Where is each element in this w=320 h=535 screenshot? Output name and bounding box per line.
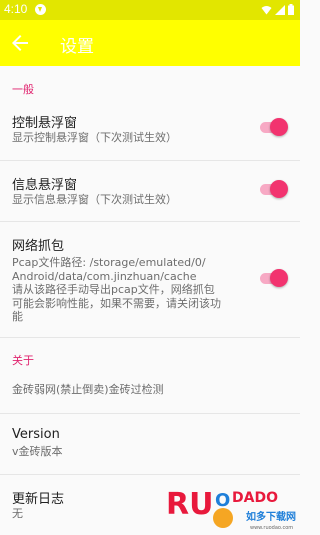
changelog-value: 无 [12, 507, 23, 520]
floating-window-toggle[interactable] [258, 117, 288, 137]
setting-summary-line: 可能会影响性能，如果不需要，请关闭该功 [12, 296, 221, 310]
divider [0, 474, 300, 475]
setting-packet-capture[interactable]: 网络抓包 Pcap文件路径: /storage/emulated/0/ Andr… [0, 226, 300, 326]
section-header-about: 关于 [12, 354, 34, 367]
svg-text:www.ruodao.com: www.ruodao.com [250, 525, 293, 531]
setting-summary-line: 能 [12, 310, 23, 323]
setting-floating-window[interactable]: 控制悬浮窗 显示控制悬浮窗（下次测试生效） [0, 104, 300, 154]
about-description-row: 金砖弱网(禁止倒卖)金砖过检测 [0, 376, 300, 406]
status-time: 4:10 [4, 2, 28, 16]
wifi-icon [261, 5, 272, 14]
divider [0, 337, 300, 338]
signal-icon [275, 4, 285, 15]
download-icon [35, 4, 46, 15]
svg-text:DADO: DADO [232, 490, 278, 506]
page-title: 设置 [60, 37, 94, 57]
battery-icon [288, 4, 294, 15]
setting-title: 网络抓包 [12, 239, 65, 254]
svg-text:RU: RU [166, 487, 213, 522]
setting-title: 控制悬浮窗 [12, 116, 78, 131]
changelog-title: 更新日志 [12, 492, 65, 507]
setting-title: 信息悬浮窗 [12, 178, 78, 193]
version-title: Version [12, 427, 60, 442]
setting-summary-line: Android/data/com.jinzhuan/cache [12, 269, 197, 283]
status-bar: 4:10 [0, 0, 300, 20]
watermark-logo: RU O DADO 如多下载网 www.ruodao.com [166, 487, 296, 531]
version-value: v金砖版本 [12, 445, 63, 458]
setting-info-window[interactable]: 信息悬浮窗 显示信息悬浮窗（下次测试生效） [0, 165, 300, 215]
back-arrow-icon[interactable] [8, 31, 32, 55]
svg-text:如多下载网: 如多下载网 [246, 510, 296, 523]
divider [0, 160, 300, 161]
packet-capture-toggle[interactable] [258, 268, 288, 288]
setting-summary-line: Pcap文件路径: /storage/emulated/0/ [12, 256, 206, 269]
setting-summary: 显示信息悬浮窗（下次测试生效） [12, 193, 177, 206]
info-window-toggle[interactable] [258, 179, 288, 199]
about-description: 金砖弱网(禁止倒卖)金砖过检测 [12, 383, 164, 396]
svg-text:O: O [215, 490, 230, 511]
divider [0, 221, 300, 222]
status-icons [261, 4, 294, 15]
app-bar: 设置 [0, 20, 300, 66]
setting-summary: 显示控制悬浮窗（下次测试生效） [12, 131, 177, 144]
about-version-row[interactable]: Version v金砖版本 [0, 420, 300, 465]
section-header-general: 一般 [12, 83, 34, 96]
divider [0, 413, 300, 414]
setting-summary-line: 请从该路径手动导出pcap文件，网络抓包 [12, 283, 215, 296]
